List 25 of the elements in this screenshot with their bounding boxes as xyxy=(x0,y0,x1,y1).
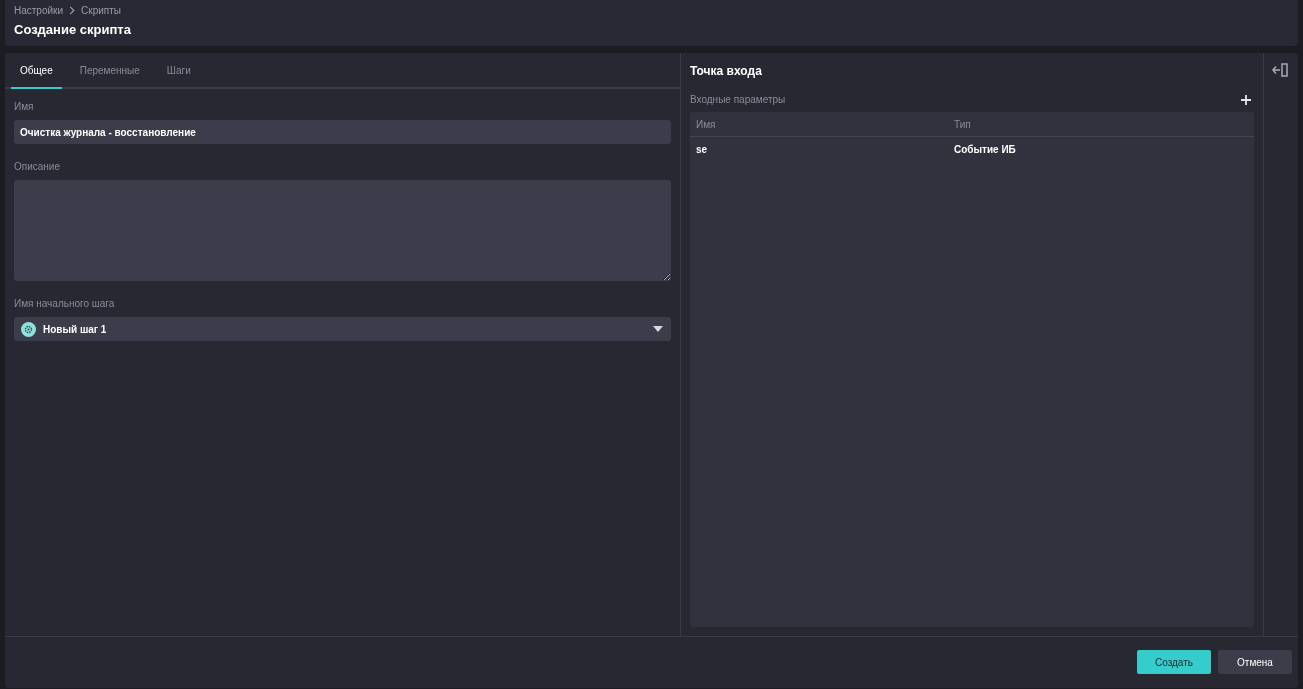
name-field[interactable]: Очистка журнала - восстановление xyxy=(14,120,671,144)
field-label: Имя xyxy=(14,101,34,113)
table-cell: se xyxy=(696,144,708,155)
column-header: Тип xyxy=(954,118,971,130)
field-label: Имя начального шага xyxy=(14,298,115,310)
tab[interactable]: Общее xyxy=(11,53,62,89)
tab[interactable]: Переменные xyxy=(70,53,149,89)
field-label: Описание xyxy=(14,161,60,173)
column-header: Имя xyxy=(696,118,716,130)
params-label: Входные параметры xyxy=(690,94,786,106)
gear-icon xyxy=(21,321,36,337)
table-cell: Событие ИБ xyxy=(954,144,1016,155)
arrow-left-bar-icon[interactable] xyxy=(1272,63,1288,77)
description-field[interactable] xyxy=(14,180,671,281)
footer-button[interactable]: Отмена xyxy=(1218,650,1292,674)
breadcrumb-current: Скрипты xyxy=(81,5,121,16)
section-title: Точка входа xyxy=(690,64,762,78)
tab[interactable]: Шаги xyxy=(157,53,200,89)
footer-button[interactable]: Создать xyxy=(1137,650,1211,674)
chevron-right-icon xyxy=(69,6,76,15)
page-title: Создание скрипта xyxy=(14,22,131,38)
caret-icon xyxy=(653,326,663,332)
breadcrumb-link[interactable]: Настройки xyxy=(14,5,64,16)
plus-icon[interactable] xyxy=(1241,95,1251,105)
start-step-select[interactable]: Новый шаг 1 xyxy=(14,317,671,341)
